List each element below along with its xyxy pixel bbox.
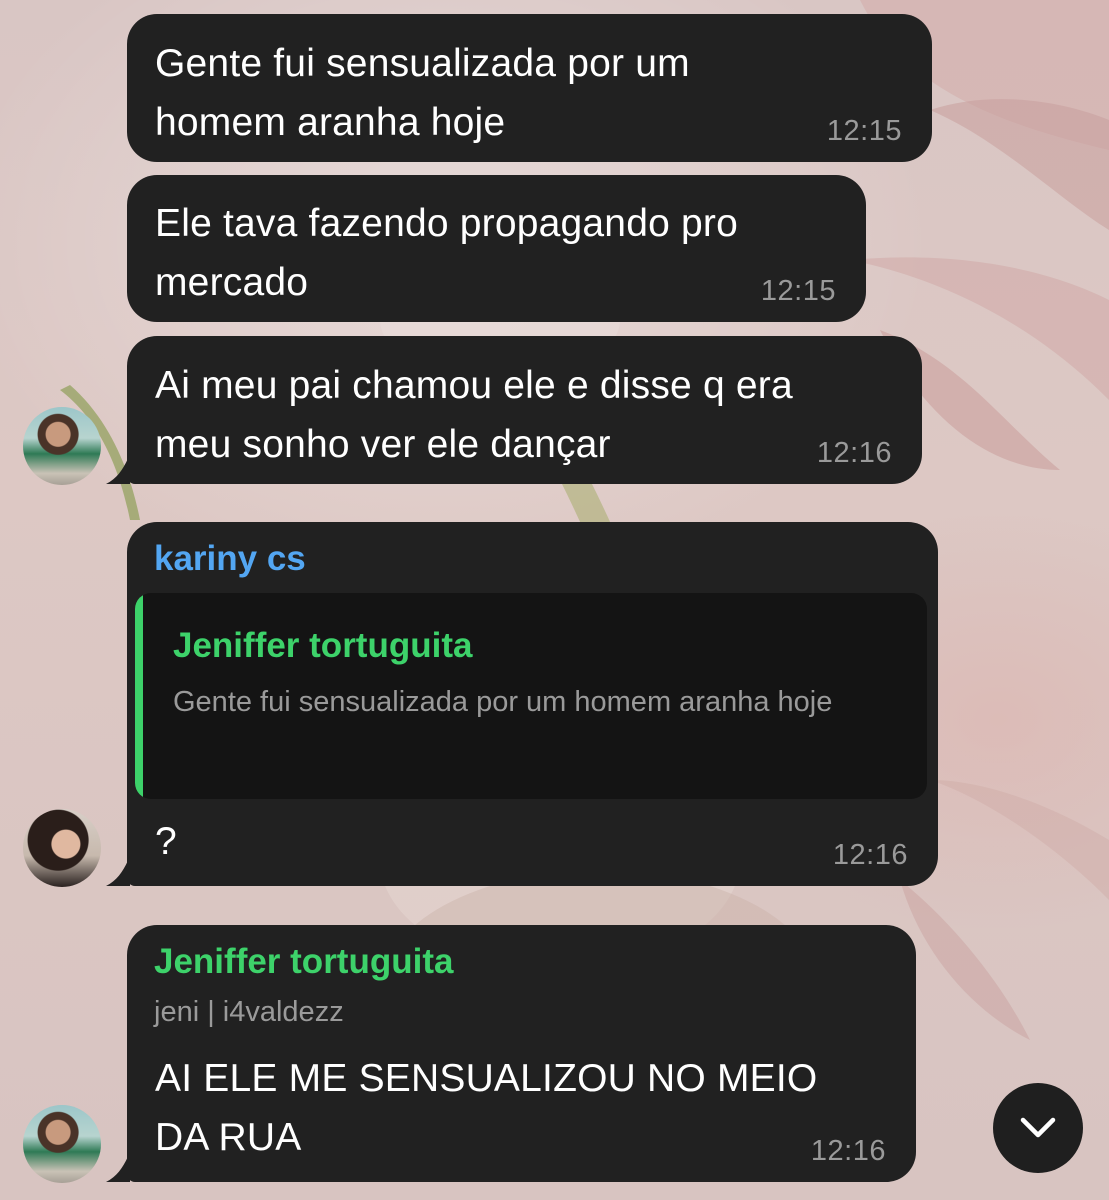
message-text: Gente fui sensualizada por um homem aran…	[155, 42, 690, 144]
reply-preview[interactable]: Jeniffer tortuguita Gente fui sensualiza…	[135, 593, 927, 799]
avatar[interactable]	[23, 1105, 101, 1183]
message-time: 12:16	[816, 437, 892, 469]
avatar[interactable]	[23, 809, 101, 887]
bubble-tail	[106, 1152, 130, 1182]
message-text: Ai meu pai chamou ele e disse q era meu …	[155, 364, 793, 466]
message-time: 12:16	[810, 1135, 886, 1167]
message-bubble[interactable]: Ele tava fazendo propagando pro mercado …	[127, 175, 866, 322]
message-bubble[interactable]: kariny cs Jeniffer tortuguita Gente fui …	[127, 522, 938, 886]
message-text: ?	[155, 820, 177, 863]
chevron-down-icon	[1020, 1117, 1056, 1138]
message-time: 12:15	[760, 275, 836, 307]
bubble-tail	[106, 856, 130, 886]
bubble-tail	[106, 454, 130, 484]
message-text: AI ELE ME SENSUALIZOU NO MEIO DA RUA	[155, 1057, 818, 1159]
message-bubble[interactable]: Ai meu pai chamou ele e disse q era meu …	[127, 336, 922, 484]
message-time: 12:16	[832, 839, 908, 871]
sender-subtitle: jeni | i4valdezz	[154, 996, 344, 1028]
reply-text: Gente fui sensualizada por um homem aran…	[173, 686, 833, 718]
avatar[interactable]	[23, 407, 101, 485]
message-bubble[interactable]: Jeniffer tortuguita jeni | i4valdezz AI …	[127, 925, 916, 1182]
message-text: Ele tava fazendo propagando pro mercado	[155, 202, 738, 304]
scroll-down-button[interactable]	[993, 1083, 1083, 1173]
sender-name[interactable]: kariny cs	[154, 539, 306, 579]
message-time: 12:15	[826, 115, 902, 147]
message-bubble[interactable]: Gente fui sensualizada por um homem aran…	[127, 14, 932, 162]
reply-accent-bar	[135, 593, 143, 799]
reply-sender-name: Jeniffer tortuguita	[173, 626, 473, 665]
sender-name[interactable]: Jeniffer tortuguita	[154, 942, 453, 982]
